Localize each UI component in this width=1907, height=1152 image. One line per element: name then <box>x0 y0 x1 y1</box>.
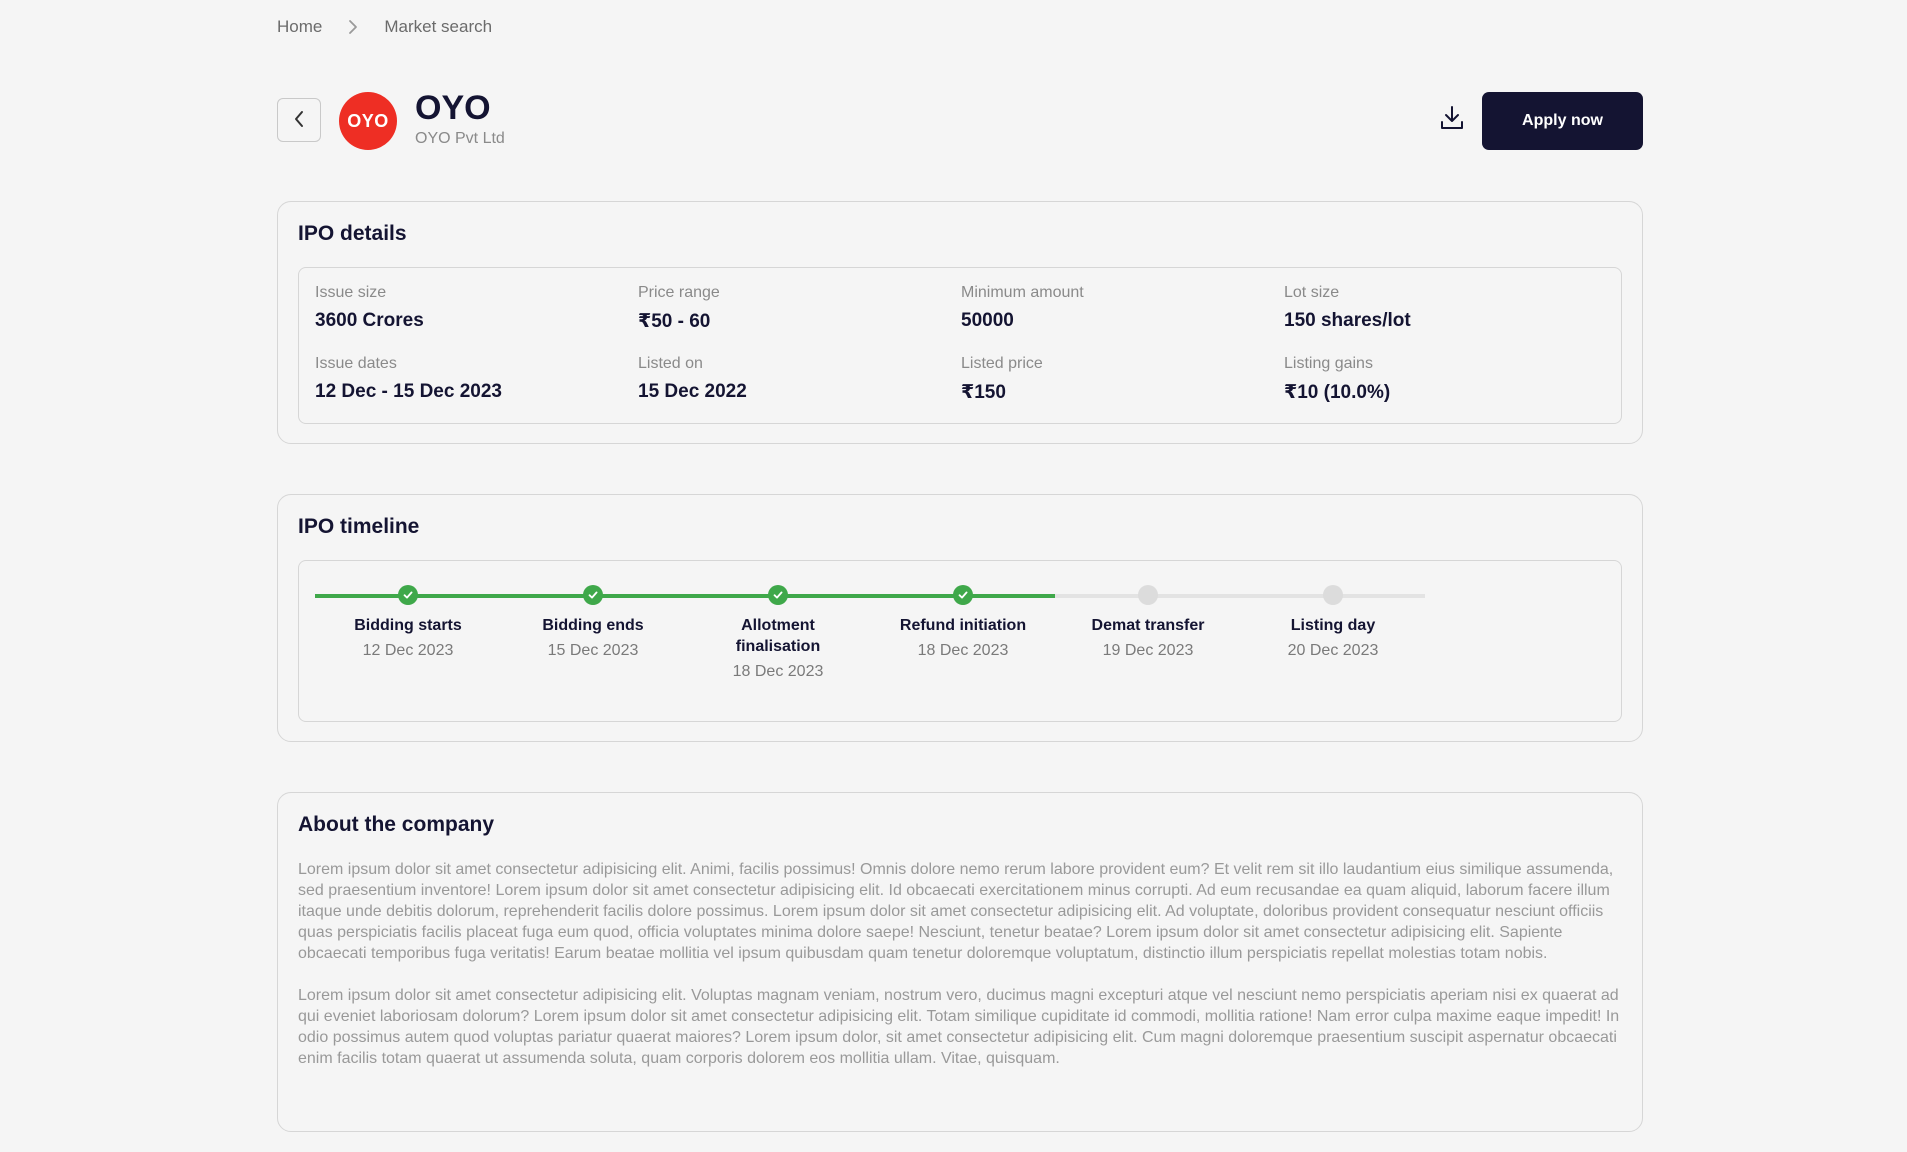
step-date: 19 Dec 2023 <box>1102 642 1194 659</box>
timeline-step-bidding-ends: Bidding ends 15 Dec 2023 <box>518 585 668 660</box>
breadcrumb-home-link[interactable]: Home <box>277 17 322 37</box>
detail-value: ₹10 (10.0%) <box>1284 382 1391 403</box>
step-name: Bidding starts <box>354 617 462 634</box>
step-name: Refund initiation <box>899 617 1027 634</box>
logo-text: OYO <box>347 110 389 131</box>
timeline-step-demat-transfer: Demat transfer 19 Dec 2023 <box>1073 585 1223 660</box>
download-icon <box>1440 105 1464 136</box>
page-header: OYO OYO OYO Pvt Ltd Apply now <box>277 89 1643 150</box>
about-paragraph: Lorem ipsum dolor sit amet consectetur a… <box>298 861 1614 962</box>
detail-value: 15 Dec 2022 <box>638 381 747 402</box>
check-icon <box>953 585 973 605</box>
detail-value: 12 Dec - 15 Dec 2023 <box>315 381 502 402</box>
detail-label: Listed on <box>638 355 703 372</box>
detail-minimum-amount: Minimum amount 50000 <box>961 284 1261 332</box>
detail-listing-gains: Listing gains ₹10 (10.0%) <box>1284 355 1584 404</box>
ipo-timeline-card: IPO timeline Bidding starts 12 Dec 2023 … <box>277 494 1643 742</box>
detail-label: Listed price <box>961 355 1043 372</box>
detail-issue-size: Issue size 3600 Crores <box>315 284 615 332</box>
breadcrumb-current[interactable]: Market search <box>384 17 492 37</box>
company-subtitle: OYO Pvt Ltd <box>415 130 505 147</box>
company-logo: OYO <box>339 92 397 150</box>
step-date: 18 Dec 2023 <box>732 663 824 680</box>
company-name: OYO <box>415 89 491 127</box>
timeline-step-bidding-starts: Bidding starts 12 Dec 2023 <box>333 585 483 660</box>
detail-value: ₹50 - 60 <box>638 311 711 332</box>
timeline-step-listing-day: Listing day 20 Dec 2023 <box>1258 585 1408 660</box>
apply-now-button[interactable]: Apply now <box>1482 92 1643 150</box>
ipo-details-grid: Issue size 3600 Crores Price range ₹50 -… <box>298 267 1622 424</box>
step-name: Allotment finalisation <box>735 617 821 655</box>
detail-price-range: Price range ₹50 - 60 <box>638 284 938 333</box>
back-button[interactable] <box>277 98 321 142</box>
detail-listed-price: Listed price ₹150 <box>961 355 1261 404</box>
about-company-title: About the company <box>298 813 495 836</box>
detail-lot-size: Lot size 150 shares/lot <box>1284 284 1584 332</box>
step-date: 15 Dec 2023 <box>547 642 639 659</box>
detail-value: 3600 Crores <box>315 310 424 331</box>
detail-value: ₹150 <box>961 382 1006 403</box>
chevron-left-icon <box>293 110 305 131</box>
detail-label: Issue size <box>315 284 387 301</box>
detail-value: 50000 <box>961 310 1014 331</box>
detail-value: 150 shares/lot <box>1284 310 1411 331</box>
pending-dot-icon <box>1323 585 1343 605</box>
step-date: 12 Dec 2023 <box>362 642 454 659</box>
timeline-step-allotment-finalisation: Allotment finalisation 18 Dec 2023 <box>703 585 853 681</box>
step-name: Bidding ends <box>542 617 644 634</box>
check-icon <box>398 585 418 605</box>
pending-dot-icon <box>1138 585 1158 605</box>
detail-label: Listing gains <box>1284 355 1373 372</box>
step-date: 18 Dec 2023 <box>917 642 1009 659</box>
about-company-card: About the company Lorem ipsum dolor sit … <box>277 792 1643 1132</box>
ipo-timeline: Bidding starts 12 Dec 2023 Bidding ends … <box>298 560 1622 722</box>
detail-label: Lot size <box>1284 284 1340 301</box>
about-company-text: Lorem ipsum dolor sit amet consectetur a… <box>298 859 1623 1090</box>
detail-listed-on: Listed on 15 Dec 2022 <box>638 355 938 403</box>
download-button[interactable] <box>1437 105 1467 135</box>
ipo-details-card: IPO details Issue size 3600 Crores Price… <box>277 201 1643 444</box>
ipo-timeline-title: IPO timeline <box>298 515 420 538</box>
about-paragraph: Lorem ipsum dolor sit amet consectetur a… <box>298 987 1620 1067</box>
check-icon <box>768 585 788 605</box>
step-date: 20 Dec 2023 <box>1287 642 1379 659</box>
detail-label: Issue dates <box>315 355 397 372</box>
detail-label: Minimum amount <box>961 284 1084 301</box>
check-icon <box>583 585 603 605</box>
detail-issue-dates: Issue dates 12 Dec - 15 Dec 2023 <box>315 355 615 403</box>
detail-label: Price range <box>638 284 720 301</box>
breadcrumb: Home Market search <box>277 17 492 37</box>
timeline-step-refund-initiation: Refund initiation 18 Dec 2023 <box>888 585 1038 660</box>
chevron-right-icon <box>348 19 358 35</box>
step-name: Listing day <box>1290 617 1376 634</box>
step-name: Demat transfer <box>1091 617 1205 634</box>
ipo-details-title: IPO details <box>298 222 407 245</box>
